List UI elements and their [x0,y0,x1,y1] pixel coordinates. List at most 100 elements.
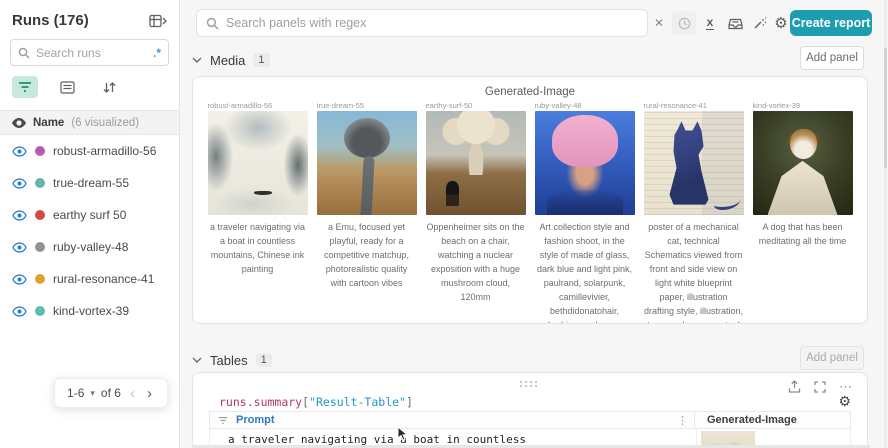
generated-image-column-label: Generated-Image [707,414,797,426]
eye-icon[interactable] [12,305,27,317]
run-row[interactable]: rural-resonance-41 [0,263,179,295]
media-add-panel-button[interactable]: Add panel [800,46,864,70]
group-button[interactable] [54,76,80,98]
tables-add-panel-button[interactable]: Add panel [800,346,864,370]
sort-arrows-icon [103,81,116,93]
search-icon [18,47,30,59]
page-scrollbar-thumb[interactable] [884,48,887,168]
run-row[interactable]: robust-armadillo-56 [0,135,179,167]
run-color-dot [35,146,45,156]
page-range-label[interactable]: 1-6 [67,386,84,400]
column-filter-icon[interactable] [218,416,228,425]
panel-search-box [196,9,648,37]
next-page-button[interactable]: › [144,386,155,401]
media-section-title: Media [210,52,246,68]
mouse-cursor [396,426,410,442]
media-panel-title: Generated-Image [484,86,576,98]
media-item[interactable]: rural-resonance-41 poster of a mechanica… [643,100,744,323]
generated-image-thumbnail[interactable] [534,111,635,215]
run-row[interactable]: ruby-valley-48 [0,231,179,263]
generated-image-thumbnail[interactable] [207,111,308,215]
generated-image-column-header[interactable]: Generated-Image [695,411,851,429]
run-name-label[interactable]: true-dream-55 [53,176,129,190]
media-run-label: earthy-surf-50 [425,101,473,110]
create-report-button[interactable]: Create report [790,10,872,36]
fullscreen-icon[interactable] [814,381,826,393]
media-panel-count-badge: 1 [253,53,270,67]
run-name-label[interactable]: kind-vortex-39 [53,304,129,318]
tables-section-title: Tables [210,352,248,368]
eye-icon[interactable] [12,177,27,189]
expand-table-icon[interactable] [149,14,167,28]
media-run-label: rural-resonance-41 [643,101,707,110]
x-axis-settings-icon[interactable]: x [702,0,718,46]
search-icon [206,17,219,30]
column-menu-icon[interactable]: ⋮ [677,414,688,427]
filter-button[interactable] [12,76,38,98]
runs-search-input[interactable] [36,45,147,60]
panel-bank-icon[interactable] [726,0,744,46]
runs-list: robust-armadillo-56 true-dream-55 earthy… [0,135,179,327]
run-name-label[interactable]: earthy surf 50 [53,208,126,222]
runs-search-box: .* [10,39,169,66]
history-icon-button[interactable] [672,11,696,35]
eye-icon[interactable] [12,241,27,253]
filter-funnel-icon [19,82,31,92]
media-item[interactable]: robust-armadillo-56 a traveler navigatin… [207,100,308,323]
name-column-label: Name [33,116,65,129]
regex-toggle-icon[interactable]: .* [153,46,161,60]
sort-button[interactable] [96,76,122,98]
list-icon [59,80,75,94]
generated-image-thumbnail[interactable] [643,111,744,215]
workspace-settings-gear-icon[interactable]: ⚙ [772,0,790,46]
prompt-column-label[interactable]: Prompt [236,414,275,426]
drag-handle-icon[interactable] [520,381,540,389]
media-run-label: kind-vortex-39 [752,101,801,110]
eye-icon[interactable] [12,145,27,157]
panel-settings-gear-icon[interactable]: ⚙ [838,393,851,410]
runs-column-header[interactable]: Name (6 visualized) [0,110,179,135]
media-caption: Art collection style and fashion shoot, … [536,222,633,323]
prompt-column-header[interactable]: Prompt ⋮ [209,411,695,429]
media-item[interactable]: kind-vortex-39 A dog that has been medit… [752,100,853,323]
media-run-label: robust-armadillo-56 [207,101,273,110]
prev-page-button[interactable]: ‹ [127,386,138,401]
media-grid: robust-armadillo-56 a traveler navigatin… [193,98,867,323]
result-table-panel[interactable]: ⋯ runs.summary["Result-Table"] ⚙ Prompt … [192,372,868,448]
run-row[interactable]: earthy surf 50 [0,199,179,231]
tables-section-header[interactable]: Tables 1 [192,349,272,371]
run-name-label[interactable]: ruby-valley-48 [53,240,128,254]
run-row[interactable]: kind-vortex-39 [0,295,179,327]
media-caption: a Emu, focused yet playful, ready for a … [323,222,410,288]
media-section-header[interactable]: Media 1 [192,49,270,71]
media-item[interactable]: ruby-valley-48 Art collection style and … [534,100,635,323]
result-table: Prompt ⋮ Generated-Image a traveler navi… [209,411,851,448]
run-color-dot [35,306,45,316]
eye-icon[interactable] [12,273,27,285]
run-name-label[interactable]: rural-resonance-41 [53,272,154,286]
runs-count-title: Runs (176) [12,12,89,29]
media-item[interactable]: earthy-surf-50 Oppenheimer sits on the b… [425,100,526,323]
chevron-down-icon [192,357,202,363]
generated-image-thumbnail[interactable] [316,111,417,215]
media-item[interactable]: true-dream-55 a Emu, focused yet playful… [316,100,417,323]
clear-search-icon[interactable]: ✕ [652,0,666,46]
visibility-eye-icon [12,117,26,128]
page-size-caret-icon[interactable]: ▾ [90,388,95,399]
run-name-label[interactable]: robust-armadillo-56 [53,144,156,158]
panel-query-expression[interactable]: runs.summary["Result-Table"] [219,395,413,409]
generated-image-thumbnail[interactable] [425,111,526,215]
panel-search-input[interactable] [226,16,638,30]
clock-icon [678,17,690,29]
media-caption: a traveler navigating via a boat in coun… [209,222,306,274]
generated-image-thumbnail[interactable] [752,111,853,215]
eye-icon[interactable] [12,209,27,221]
export-icon[interactable] [788,380,801,394]
runs-pagination: 1-6 ▾ of 6 ‹ › [54,378,168,408]
media-caption: A dog that has been meditating all the t… [758,222,847,246]
media-caption: poster of a mechanical cat, technical Sc… [643,222,744,323]
generated-image-media-panel[interactable]: Generated-Image robust-armadillo-56 a tr… [192,76,868,324]
magic-wand-icon[interactable] [750,0,768,46]
run-color-dot [35,242,45,252]
run-row[interactable]: true-dream-55 [0,167,179,199]
